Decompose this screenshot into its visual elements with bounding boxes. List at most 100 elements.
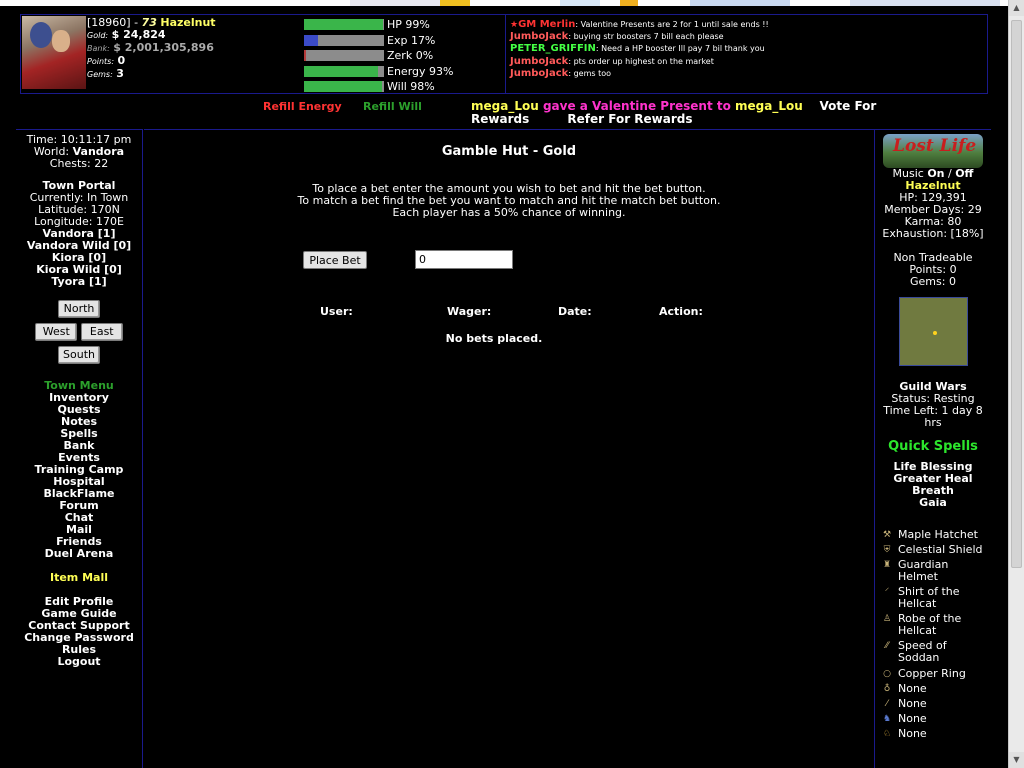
col-user: User: (320, 305, 353, 318)
gold-label: Gold: (87, 31, 109, 40)
equipment-item[interactable]: ♞ None (881, 713, 991, 725)
equipment-item[interactable]: ⸍ Shirt of the Hellcat (881, 586, 991, 610)
ring-icon: ○ (883, 669, 891, 679)
axe-icon: ⚒ (882, 530, 892, 540)
robe-icon: ♙ (882, 614, 892, 624)
top-strip (0, 0, 1008, 6)
pet-icon: ♞ (882, 714, 892, 724)
equipment-item[interactable]: ⚒ Maple Hatchet (881, 529, 991, 541)
left-nav: Time: 10:11:17 pm World: Vandora Chests:… (16, 129, 143, 768)
present-text: gave a Valentine Present to (538, 99, 736, 113)
chat-user[interactable]: GM Merlin (518, 19, 575, 30)
quick-spells-heading: Quick Spells (888, 439, 978, 454)
col-wager: Wager: (447, 305, 492, 318)
instruction-line: Each player has a 50% chance of winning. (392, 206, 626, 219)
north-button[interactable]: North (58, 300, 100, 318)
equipment-name: None (898, 727, 927, 740)
chat-message: Valentine Presents are 2 for 1 until sal… (578, 20, 769, 29)
gems-row: Gems: 3 (87, 68, 307, 81)
chat-line: ★GM Merlin: Valentine Presents are 2 for… (510, 19, 769, 30)
equipment-list: ⚒ Maple Hatchet ⛨ Celestial Shield ♜ Guardi… (875, 529, 991, 740)
points-value: 0 (117, 54, 126, 67)
no-bets-message: No bets placed. (445, 332, 543, 345)
equipment-name: None (898, 712, 927, 725)
equipment-item[interactable]: ⁄ None (881, 698, 991, 710)
main-content: Gamble Hut - Gold To place a bet enter t… (144, 129, 874, 768)
equipment-name: Speed of Soddan (898, 639, 947, 664)
chat-user[interactable]: PETER_GRIFFIN (510, 43, 596, 54)
equipment-item[interactable]: ⛨ Celestial Shield (881, 544, 991, 556)
gems-value: 3 (116, 67, 124, 80)
equipment-item[interactable]: ○ Copper Ring (881, 668, 991, 680)
chat-line: JumboJack: buying str boosters 7 bill ea… (510, 31, 724, 43)
will-bar: Will 98% (304, 79, 494, 95)
chat-line: PETER_GRIFFIN: Need a HP booster Ill pay… (510, 43, 765, 55)
world-link-tyora[interactable]: Tyora [1] (16, 276, 142, 288)
amulet-icon: ♁ (883, 684, 891, 694)
equipment-item[interactable]: ⁄⁄ Speed of Soddan (881, 640, 991, 664)
equipment-item[interactable]: ♁ None (881, 683, 991, 695)
equipment-name: None (898, 697, 927, 710)
scroll-down-icon[interactable]: ▼ (1009, 752, 1024, 768)
south-button[interactable]: South (58, 346, 100, 364)
vote-link-line2[interactable]: Rewards (471, 112, 529, 126)
chests: Chests: 22 (49, 157, 109, 170)
menu-logout[interactable]: Logout (16, 656, 142, 668)
equipment-item[interactable]: ♜ Guardian Helmet (881, 559, 991, 583)
refill-will-link[interactable]: Refill Will (363, 100, 422, 113)
equipment-name: Copper Ring (898, 667, 966, 680)
bank-label: Bank: (87, 44, 110, 53)
user-name[interactable]: Hazelnut (160, 16, 215, 29)
zerk-label: Zerk 0% (387, 49, 434, 62)
spell-gaia[interactable]: Gaia (875, 497, 991, 509)
exhaustion: Exhaustion: [18%] (882, 227, 984, 240)
logo-text: Lost Life (893, 136, 977, 156)
bet-amount-input[interactable] (415, 250, 513, 269)
zerk-bar: Zerk 0% (304, 48, 494, 64)
scroll-up-icon[interactable]: ▲ (1009, 0, 1024, 16)
energy-bar: Energy 93% (304, 64, 494, 80)
boots-icon: ⁄⁄ (885, 641, 889, 651)
helmet-icon: ♜ (882, 560, 892, 570)
mini-map[interactable] (898, 297, 968, 366)
refer-link[interactable]: Refer For Rewards (567, 112, 692, 126)
avatar-hat (30, 22, 52, 48)
place-bet-button[interactable]: Place Bet (303, 251, 367, 269)
avatar[interactable] (22, 16, 86, 89)
equipment-name: Guardian Helmet (898, 558, 949, 583)
col-date: Date: (558, 305, 592, 318)
equipment-item[interactable]: ♙ Robe of the Hellcat (881, 613, 991, 637)
refill-energy-link[interactable]: Refill Energy (263, 100, 342, 113)
present-from[interactable]: mega_Lou (471, 99, 539, 113)
chat-line: JumboJack: pts order up highest on the m… (510, 55, 714, 67)
shield-icon: ⛨ (883, 545, 891, 555)
menu-duel-arena[interactable]: Duel Arena (16, 548, 142, 560)
chat-message: buying str boosters 7 bill each please (571, 32, 724, 42)
equipment-item[interactable]: ♘ None (881, 728, 991, 740)
vote-link-line1[interactable]: Vote For (820, 99, 877, 113)
page-scrollbar[interactable]: ▲ ▼ (1008, 0, 1024, 768)
east-button[interactable]: East (80, 323, 123, 341)
bar-fill (304, 81, 383, 92)
equipment-name: Robe of the Hellcat (898, 612, 962, 637)
will-label: Will 98% (387, 80, 435, 93)
chat-user[interactable]: JumboJack (510, 31, 568, 42)
chat-message: pts order up highest on the market (571, 56, 714, 66)
hp-bar: HP 99% (304, 17, 494, 33)
hp-label: HP 99% (387, 18, 430, 31)
bar-fill (304, 65, 379, 77)
game-logo[interactable]: Lost Life (883, 134, 983, 168)
chat-user[interactable]: JumboJack (510, 68, 568, 79)
user-info: [18960] - 73 Hazelnut Gold: $ 24,824 Ban… (87, 17, 307, 81)
energy-label: Energy 93% (387, 64, 454, 78)
scrollbar-thumb[interactable] (1011, 20, 1022, 568)
instructions: To place a bet enter the amount you wish… (144, 183, 874, 219)
chat-user[interactable]: JumboJack (510, 56, 568, 67)
equipment-name: Shirt of the Hellcat (898, 585, 960, 610)
menu-item-mall[interactable]: Item Mall (16, 572, 142, 584)
present-to[interactable]: mega_Lou (735, 99, 803, 113)
right-sidebar: Lost Life Music On / Off Hazelnut HP: 12… (874, 129, 991, 768)
chat-message: gems too (571, 68, 612, 78)
west-button[interactable]: West (35, 323, 78, 341)
chat-line: JumboJack: gems too (510, 67, 612, 79)
